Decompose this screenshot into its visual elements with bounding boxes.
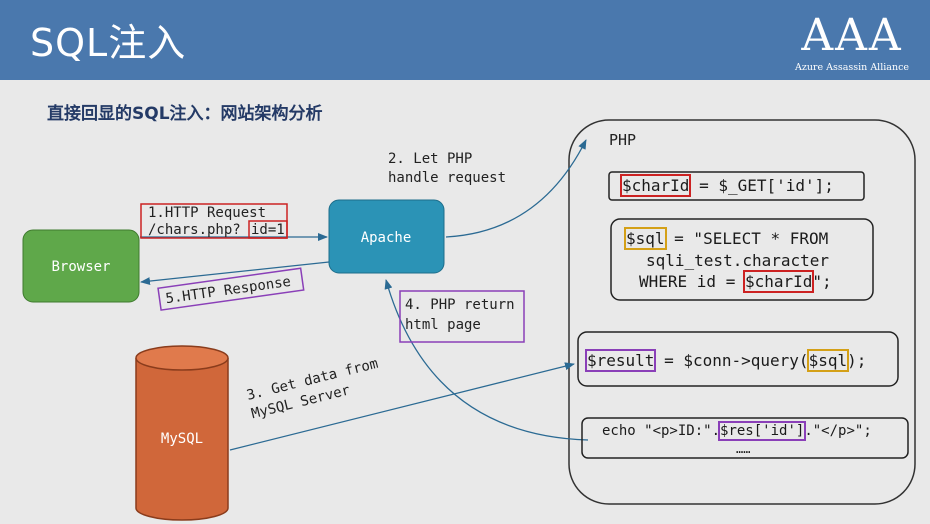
code-ellipsis: ……	[736, 442, 751, 456]
php-handle-label-line2: handle request	[388, 170, 506, 186]
php-return-label-group: 4. PHP return html page	[399, 290, 525, 343]
code-line-sql-table-text: sqli_test.character	[646, 251, 830, 270]
php-label: PHP	[609, 131, 636, 149]
code-line-sql-where-post: ";	[812, 272, 832, 291]
res-id-var: $res['id']	[718, 421, 807, 441]
code-line-echo: echo "<p>ID:".$res['id']."</p>";	[602, 421, 872, 441]
where-charid-var: $charId	[742, 270, 815, 293]
code-line-echo-post: ."</p>";	[804, 423, 872, 439]
code-line-getid-rest: = $_GET['id'];	[689, 176, 834, 195]
result-var: $result	[584, 349, 657, 372]
mysql-label-group: 3. Get data from MySQL Server	[245, 356, 380, 423]
code-line-echo-more: ……	[736, 442, 750, 456]
php-return-label-line1: 4. PHP return	[405, 297, 515, 313]
code-line-echo-pre: echo "<p>ID:".	[602, 423, 721, 439]
code-line-query-mid: = $conn->query(	[654, 351, 809, 370]
code-line-getid: $charId = $_GET['id'];	[619, 174, 834, 197]
code-line-query-post: );	[847, 351, 867, 370]
response-label-group: 5.HTTP Response	[157, 267, 305, 311]
request-label-line2: /chars.php?	[148, 222, 241, 238]
php-handle-label-line1: 2. Let PHP	[388, 151, 472, 167]
code-line-sql: $sql = "SELECT * FROM	[624, 227, 829, 250]
php-return-label-line2: html page	[405, 317, 481, 333]
mysql-label: MySQL	[161, 431, 203, 447]
code-line-sql-where: WHERE id = $charId";	[639, 270, 832, 293]
query-sql-arg: $sql	[806, 349, 850, 372]
code-line-sql-rest: = "SELECT * FROM	[664, 229, 829, 248]
charid-var: $charId	[619, 174, 692, 197]
code-line-sql-where-pre: WHERE id =	[639, 272, 745, 291]
apache-label: Apache	[361, 230, 412, 246]
browser-label: Browser	[51, 259, 110, 275]
request-label-group: 1.HTTP Request /chars.php? id=1	[140, 203, 288, 239]
code-line-query: $result = $conn->query($sql);	[584, 349, 867, 372]
request-param-label: id=1	[251, 222, 285, 238]
sql-var: $sql	[624, 227, 667, 250]
code-line-sql-table: sqli_test.character	[646, 251, 829, 271]
request-label-line1: 1.HTTP Request	[148, 205, 266, 221]
